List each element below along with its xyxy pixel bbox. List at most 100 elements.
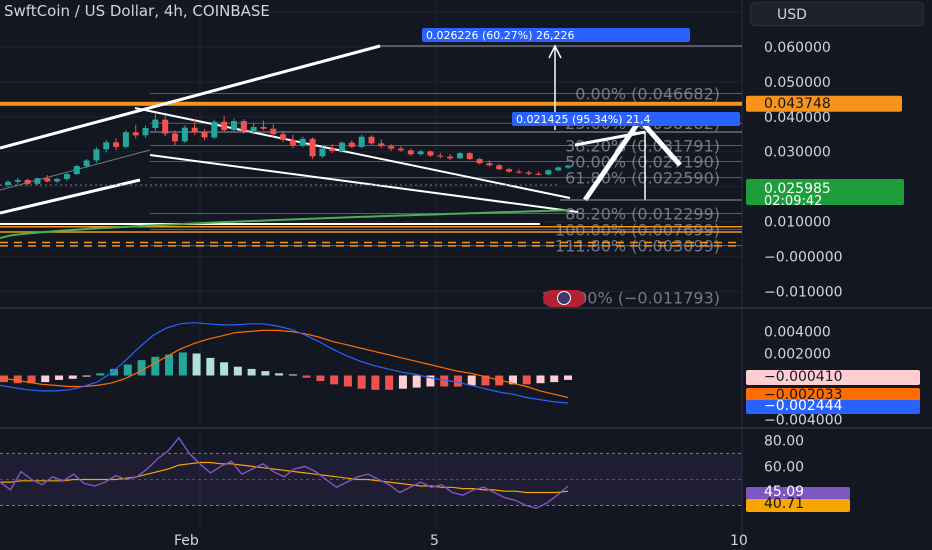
price-tick-label: 0.050000 (764, 75, 831, 91)
macd-histogram-bar (233, 366, 242, 376)
macd-histogram-bar (536, 375, 545, 384)
candle-body (329, 148, 336, 152)
macd-tick-label: −0.004000 (764, 413, 843, 429)
macd-tick-label: 0.004000 (764, 325, 831, 341)
macd-histogram-bar (357, 375, 366, 389)
price-tick-label: 0.010000 (764, 215, 831, 231)
candle-body (378, 143, 385, 147)
candle-body (280, 134, 287, 140)
candle-body (555, 167, 562, 171)
candle-body (152, 119, 159, 129)
time-tick-label: 5 (430, 533, 439, 549)
candle-body (103, 142, 110, 150)
candle-body (83, 160, 90, 167)
macd-histogram-bar (330, 375, 339, 385)
macd-histogram-bar (151, 356, 160, 376)
price-tick-label: 0.030000 (764, 145, 831, 161)
macd-tick-label: 0.002000 (764, 347, 831, 363)
candle-body (545, 170, 552, 175)
candle-body (299, 138, 306, 146)
resistance-line (0, 101, 742, 106)
candle-body (230, 121, 237, 131)
candle-body (122, 132, 129, 147)
measure-label-2: 0.021425 (95.34%) 21,4 (516, 113, 651, 126)
candle-body (417, 151, 424, 155)
candle-body (132, 132, 139, 136)
macd-histogram-bar (192, 353, 201, 376)
time-tick-label: Feb (174, 533, 199, 549)
candle-body (5, 181, 11, 185)
countdown-label: 02:09:42 (764, 194, 822, 209)
candle-body (63, 174, 70, 179)
macd-histogram-bar (96, 373, 105, 376)
candle-body (476, 159, 483, 164)
candle-body (172, 133, 179, 142)
candle-body (34, 178, 41, 184)
price-tick-label: 0.040000 (764, 110, 831, 126)
time-tick-label: 10 (730, 533, 748, 549)
macd-histogram-bar (123, 364, 132, 376)
candle-body (181, 127, 188, 142)
macd-histogram-bar (385, 375, 394, 390)
symbol-title: SwftCoin / US Dollar, 4h, COINBASE (4, 2, 270, 20)
candle-body (211, 121, 218, 138)
candle-body (397, 148, 404, 151)
candle-body (191, 127, 198, 133)
candle-body (506, 169, 513, 172)
macd-histogram-bar (412, 375, 421, 388)
candle-body (250, 126, 257, 132)
macd-histogram-bar (288, 374, 297, 376)
macd-histogram-bar (550, 375, 559, 383)
macd-histogram-bar (522, 375, 531, 385)
rsi-tick-label: 80.00 (764, 433, 804, 449)
candle-body (368, 136, 375, 144)
candle-body (447, 156, 454, 159)
candle-body (162, 119, 169, 134)
candle-body (358, 136, 365, 147)
price-tick-label: 0.060000 (764, 40, 831, 56)
macd-histogram-bar (261, 371, 270, 376)
candle-body (525, 172, 532, 174)
candle-body (565, 165, 571, 168)
currency-selector[interactable]: USD (750, 2, 924, 26)
macd-histogram-label: −0.000410 (764, 369, 843, 385)
candle-body (466, 153, 473, 160)
macd-histogram-bar (82, 375, 91, 377)
candle-body (44, 178, 51, 182)
candle-body (407, 150, 414, 155)
macd-histogram-bar (165, 354, 174, 376)
price-tick-label: −0.010000 (764, 284, 843, 300)
candle-body (339, 142, 346, 152)
macd-histogram-bar (302, 375, 311, 378)
candle-body (93, 149, 100, 161)
macd-value-label: −0.002444 (764, 398, 843, 414)
fib-level-label: 61.80% (0.022590) (565, 169, 720, 188)
macd-histogram-bar (316, 375, 325, 381)
candle-body (496, 165, 503, 170)
candle-body (388, 146, 395, 149)
flag-canton (557, 291, 571, 305)
chart-canvas[interactable]: 0.00% (0.046682)23.60% (0.038182)38.20% … (0, 0, 932, 550)
candle-body (221, 121, 228, 131)
macd-histogram-bar (68, 375, 77, 379)
rsi-ma-value-label: 40.71 (764, 496, 804, 512)
candle-body (289, 139, 296, 146)
macd-histogram-bar (247, 368, 256, 376)
candle-body (437, 155, 444, 157)
resistance-price-label: 0.043748 (764, 96, 831, 112)
candle-body (24, 180, 31, 184)
macd-histogram-bar (55, 375, 64, 380)
candle-body (142, 128, 149, 136)
candle-body (515, 171, 522, 173)
macd-histogram-bar (220, 362, 229, 376)
macd-histogram-bar (275, 373, 284, 376)
price-tick-label: −0.000000 (764, 249, 843, 265)
macd-histogram-bar (467, 375, 476, 386)
candle-body (201, 132, 208, 138)
candle-body (54, 178, 61, 182)
candle-body (319, 148, 326, 157)
candle-body (348, 142, 355, 147)
candle-body (486, 163, 493, 166)
candle-body (113, 142, 120, 147)
fib-level-label: 0.00% (0.046682) (575, 85, 720, 104)
